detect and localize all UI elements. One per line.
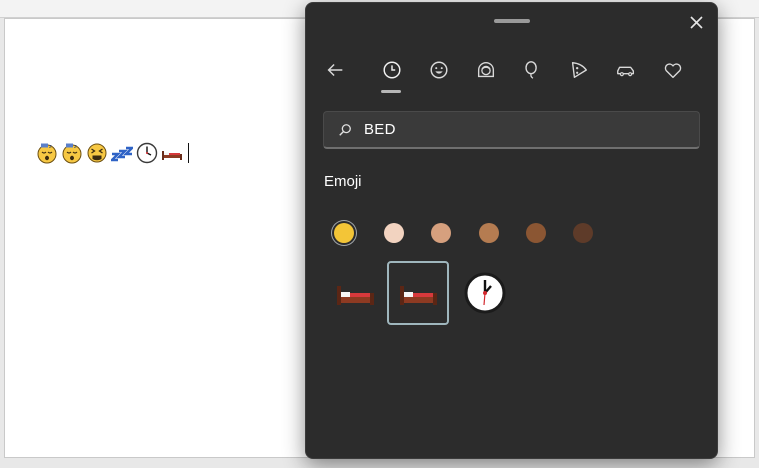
svg-text:z: z bbox=[74, 144, 77, 150]
smiley-icon bbox=[430, 61, 448, 79]
tab-food[interactable] bbox=[562, 53, 596, 87]
skin-tone-dark[interactable] bbox=[573, 223, 593, 243]
pizza-icon bbox=[571, 61, 588, 79]
person-icon bbox=[477, 62, 495, 78]
one-oclock-icon bbox=[464, 272, 506, 314]
back-arrow-icon bbox=[327, 63, 343, 77]
bed-icon bbox=[337, 286, 374, 305]
tab-people[interactable] bbox=[469, 53, 503, 87]
skin-tone-medium-light[interactable] bbox=[431, 223, 451, 243]
emoji-result-bed-focused[interactable] bbox=[387, 261, 449, 325]
tired-face-icon bbox=[87, 143, 107, 163]
close-button[interactable] bbox=[684, 11, 708, 35]
active-tab-indicator bbox=[381, 90, 401, 93]
clock-icon bbox=[136, 142, 158, 164]
sleeping-face-icon: z bbox=[37, 143, 57, 164]
picker-drag-handle[interactable] bbox=[494, 19, 530, 23]
skin-tone-medium[interactable] bbox=[479, 223, 499, 243]
zzz-icon bbox=[111, 146, 133, 162]
skin-tone-light[interactable] bbox=[384, 223, 404, 243]
skin-tone-medium-dark[interactable] bbox=[526, 223, 546, 243]
section-title: Emoji bbox=[324, 173, 362, 190]
svg-text:z: z bbox=[49, 144, 52, 150]
search-value: BED bbox=[364, 121, 396, 138]
document-text[interactable]: z z bbox=[36, 141, 189, 165]
tab-transport[interactable] bbox=[609, 53, 643, 87]
category-tab-bar bbox=[318, 53, 708, 93]
skin-tone-default[interactable] bbox=[334, 223, 354, 243]
tab-celebration[interactable] bbox=[515, 53, 549, 87]
search-input[interactable]: BED bbox=[323, 111, 700, 149]
emoji-result-bed[interactable] bbox=[324, 261, 386, 325]
bed-icon bbox=[162, 151, 182, 160]
tab-recent[interactable] bbox=[375, 53, 409, 87]
tab-symbols[interactable] bbox=[656, 53, 690, 87]
text-caret bbox=[188, 143, 189, 163]
sleeping-face-icon: z bbox=[62, 143, 82, 164]
search-icon bbox=[339, 123, 351, 136]
bed-icon bbox=[400, 286, 437, 305]
emoji-picker: BED Emoji bbox=[305, 2, 718, 459]
heart-icon bbox=[664, 63, 682, 79]
tab-smileys[interactable] bbox=[422, 53, 456, 87]
emoji-result-clock[interactable] bbox=[454, 261, 516, 325]
recent-clock-icon bbox=[383, 61, 401, 79]
balloon-icon bbox=[525, 61, 537, 79]
close-icon bbox=[690, 16, 703, 29]
back-button[interactable] bbox=[318, 53, 352, 87]
car-icon bbox=[617, 66, 635, 77]
